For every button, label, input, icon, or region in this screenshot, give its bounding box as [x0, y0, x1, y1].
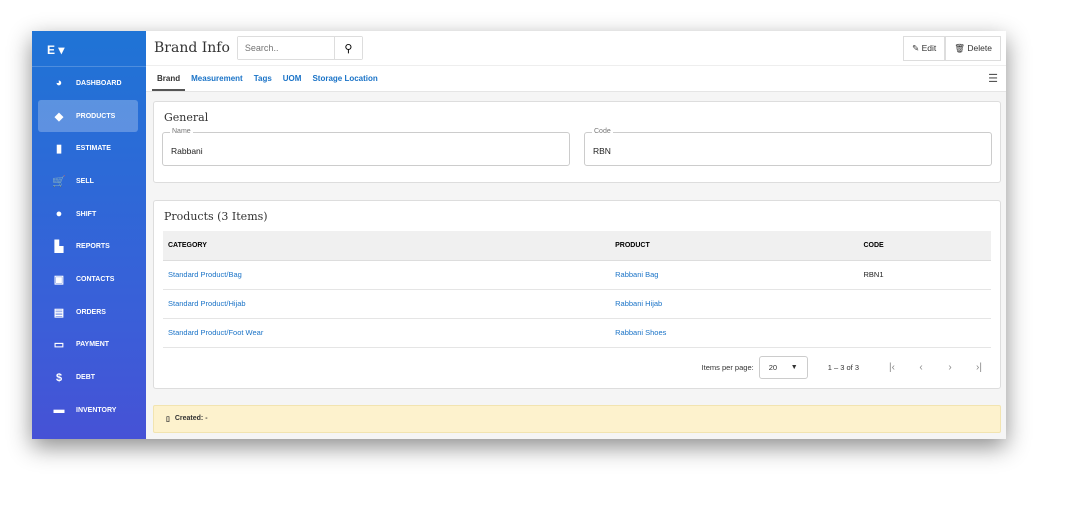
search-input[interactable]	[237, 37, 334, 59]
bar-chart-icon: ▙	[54, 241, 64, 254]
sidebar-item-label: INVENTORY	[76, 406, 117, 414]
sidebar-item-orders[interactable]: ▤ ORDERS	[38, 296, 138, 329]
products-title: Products (3 Items)	[164, 210, 268, 223]
items-per-page-value: 20	[768, 363, 778, 372]
sidebar-item-label: DASHBOARD	[76, 79, 122, 87]
last-page-icon[interactable]: ›|	[974, 362, 984, 373]
code-label: Code	[592, 128, 613, 135]
column-header[interactable]: CATEGORY	[163, 231, 611, 261]
range-label: 1 – 3 of 3	[827, 363, 859, 372]
general-card: General Name Rabbani Code RBN	[153, 101, 1001, 183]
category-link[interactable]: Standard Product/Foot Wear	[163, 318, 611, 348]
menu-icon[interactable]: ☰	[988, 72, 998, 85]
sidebar-item-contacts[interactable]: ▣ CONTACTS	[38, 263, 138, 296]
sidebar-item-inventory[interactable]: ▬ INVENTORY	[38, 394, 138, 427]
sidebar-item-sell[interactable]: 🛒 SELL	[38, 165, 138, 198]
name-field[interactable]: Name Rabbani	[162, 128, 570, 166]
search-box: ⚲	[236, 36, 363, 60]
items-per-page-label: Items per page:	[701, 363, 754, 372]
sidebar-item-label: PAYMENT	[76, 341, 110, 349]
paginator: Items per page: 20 ▼ 1 – 3 of 3 |‹ ‹ › ›|	[154, 348, 1000, 388]
name-value: Rabbani	[171, 146, 203, 156]
delete-button[interactable]: 🗑 Delete	[945, 35, 1001, 61]
product-link[interactable]: Rabbani Bag	[610, 260, 859, 290]
category-link[interactable]: Standard Product/Bag	[163, 260, 611, 290]
sidebar-item-debt[interactable]: $ DEBT	[38, 361, 138, 394]
sidebar-item-label: ORDERS	[76, 308, 106, 316]
table-row: Standard Product/Bag Rabbani Bag RBN1	[163, 260, 991, 290]
products-card: Products (3 Items) CATEGORY PRODUCT CODE…	[153, 200, 1001, 389]
header: Brand Info ⚲ ✎ Edit 🗑 Delete	[146, 31, 1006, 66]
sidebar-item-dashboard[interactable]: ◕ DASHBOARD	[38, 67, 138, 100]
tab-tags[interactable]: Tags	[249, 66, 277, 91]
edit-button[interactable]: ✎ Edit	[903, 35, 946, 61]
code-field[interactable]: Code RBN	[584, 128, 992, 166]
column-header[interactable]: PRODUCT	[610, 231, 859, 261]
code-cell	[858, 318, 991, 348]
prev-page-icon[interactable]: ‹	[916, 362, 926, 373]
created-text: Created: -	[174, 415, 208, 422]
dollar-icon: $	[55, 371, 63, 384]
archive-icon: ▬	[53, 404, 65, 417]
caret-down-icon: ▼	[790, 364, 798, 371]
sidebar-item-label: REPORTS	[76, 243, 110, 251]
name-label: Name	[170, 128, 193, 135]
address-book-icon: ▣	[53, 273, 65, 286]
brand-menu[interactable]: E ▾	[32, 31, 146, 67]
money-icon: ▭	[53, 339, 65, 352]
product-link[interactable]: Rabbani Hijab	[610, 289, 859, 319]
cart-icon: 🛒	[52, 175, 66, 188]
category-link[interactable]: Standard Product/Hijab	[163, 289, 611, 319]
file-icon: ▤	[53, 306, 65, 319]
sidebar-item-label: PRODUCTS	[76, 112, 116, 120]
sidebar-item-label: SELL	[76, 177, 94, 185]
search-icon: ⚲	[344, 42, 353, 55]
sidebar-item-payment[interactable]: ▭ PAYMENT	[38, 329, 138, 362]
sidebar-item-products[interactable]: ◆ PRODUCTS	[38, 99, 138, 133]
products-table: CATEGORY PRODUCT CODE Standard Product/B…	[163, 231, 991, 348]
sidebar-item-label: SHIFT	[76, 210, 97, 218]
created-info: ▯ Created: -	[153, 404, 1001, 433]
tab-bar: Brand Measurement Tags UOM Storage Location ☰	[146, 66, 1006, 92]
search-button[interactable]: ⚲	[333, 37, 362, 59]
user-clock-icon: ●	[55, 208, 63, 221]
product-link[interactable]: Rabbani Shoes	[610, 318, 859, 348]
sidebar-item-label: DEBT	[76, 374, 96, 382]
sidebar: E ▾ ◕ DASHBOARD ◆ PRODUCTS ▮ ESTIMATE 🛒 SELL ● SH…	[32, 31, 146, 439]
table-row: Standard Product/Foot Wear Rabbani Shoes	[163, 318, 991, 348]
table-row: Standard Product/Hijab Rabbani Hijab	[163, 289, 991, 319]
pie-chart-icon: ◕	[55, 77, 63, 90]
tag-icon: ◆	[54, 110, 64, 123]
page-title: Brand Info	[154, 40, 230, 56]
column-header[interactable]: CODE	[858, 231, 991, 261]
items-per-page-select[interactable]: 20 ▼	[758, 356, 808, 379]
tab-uom[interactable]: UOM	[278, 66, 307, 91]
tab-measurement[interactable]: Measurement	[186, 66, 248, 91]
sidebar-item-estimate[interactable]: ▮ ESTIMATE	[38, 132, 138, 165]
clipboard-icon: ▮	[55, 143, 63, 156]
next-page-icon[interactable]: ›	[945, 362, 955, 373]
sidebar-item-shift[interactable]: ● SHIFT	[38, 198, 138, 231]
first-page-icon[interactable]: |‹	[887, 362, 897, 373]
app-window: E ▾ ◕ DASHBOARD ◆ PRODUCTS ▮ ESTIMATE 🛒 SELL ● SH…	[32, 31, 1006, 439]
sidebar-item-label: CONTACTS	[76, 275, 115, 283]
tab-storage-location[interactable]: Storage Location	[307, 66, 382, 91]
code-cell	[858, 289, 991, 319]
sidebar-item-label: ESTIMATE	[76, 145, 111, 153]
file-icon: ▯	[166, 415, 170, 423]
main-content: Brand Info ⚲ ✎ Edit 🗑 Delete BrandMeasur…	[146, 31, 1006, 439]
code-value: RBN	[593, 146, 611, 156]
code-cell: RBN1	[858, 260, 991, 290]
sidebar-item-reports[interactable]: ▙ REPORTS	[38, 230, 138, 263]
general-title: General	[164, 111, 209, 124]
tab-brand[interactable]: Brand	[152, 66, 186, 91]
